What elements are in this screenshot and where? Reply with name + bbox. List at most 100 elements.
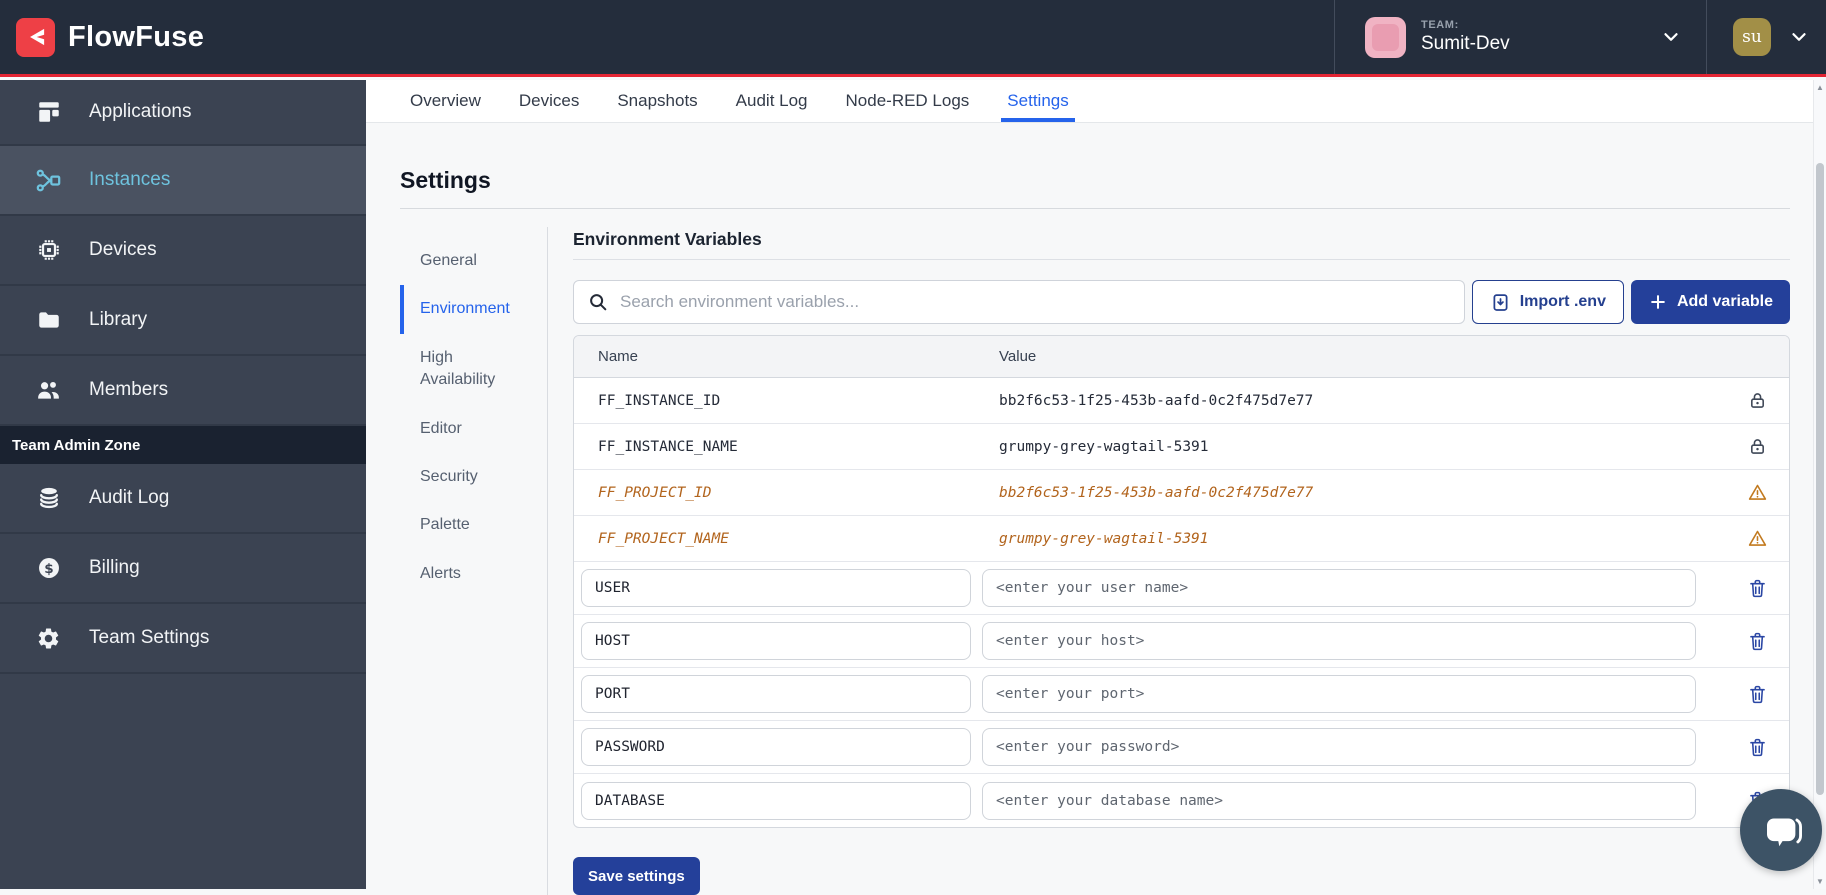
settings-nav-editor[interactable]: Editor <box>400 405 547 453</box>
scrollbar-down-arrow[interactable]: ▼ <box>1814 877 1826 886</box>
user-avatar: su <box>1733 18 1771 56</box>
gear-icon <box>35 625 62 652</box>
user-menu[interactable]: su <box>1706 0 1826 74</box>
members-icon <box>35 377 62 404</box>
tab-devices[interactable]: Devices <box>519 80 579 122</box>
top-header: FlowFuse TEAM: Sumit-Dev su <box>0 0 1826 77</box>
variable-name-input[interactable] <box>581 569 971 607</box>
chat-widget-button[interactable] <box>1740 789 1822 871</box>
sidebar-item-label: Instances <box>89 169 170 191</box>
lock-icon <box>1725 436 1789 457</box>
variable-value: grumpy-grey-wagtail-5391 <box>999 531 1725 547</box>
table-row: FF_PROJECT_ID bb2f6c53-1f25-453b-aafd-0c… <box>574 470 1789 516</box>
instance-tabs: Overview Devices Snapshots Audit Log Nod… <box>366 80 1826 123</box>
table-row <box>574 721 1789 774</box>
brand-name: FlowFuse <box>68 21 204 54</box>
settings-nav-general[interactable]: General <box>400 237 547 285</box>
sidebar-item-library[interactable]: Library <box>0 286 366 356</box>
library-icon <box>35 307 62 334</box>
sidebar-item-label: Applications <box>89 101 191 123</box>
trash-icon[interactable] <box>1725 684 1789 705</box>
sidebar: Applications Instances Devices Library M… <box>0 80 366 889</box>
variable-name-input[interactable] <box>581 622 971 660</box>
add-variable-label: Add variable <box>1677 293 1773 311</box>
table-row: FF_PROJECT_NAME grumpy-grey-wagtail-5391 <box>574 516 1789 562</box>
variable-name: FF_PROJECT_NAME <box>574 531 999 547</box>
settings-nav: General Environment High Availability Ed… <box>400 227 548 895</box>
section-title: Environment Variables <box>573 229 1790 250</box>
svg-text:$: $ <box>44 561 53 577</box>
sidebar-item-instances[interactable]: Instances <box>0 146 366 216</box>
settings-nav-palette[interactable]: Palette <box>400 501 547 549</box>
warning-icon <box>1725 528 1789 549</box>
settings-nav-alerts[interactable]: Alerts <box>400 550 547 598</box>
env-variables-table: Name Value FF_INSTANCE_ID bb2f6c53-1f25-… <box>573 335 1790 828</box>
import-env-label: Import .env <box>1520 293 1606 311</box>
search-input[interactable] <box>620 292 1452 312</box>
tab-node-red-logs[interactable]: Node-RED Logs <box>846 80 970 122</box>
import-env-button[interactable]: Import .env <box>1472 280 1624 324</box>
variable-name: FF_INSTANCE_ID <box>574 393 999 409</box>
sidebar-item-label: Devices <box>89 239 157 261</box>
flowfuse-logo-icon <box>16 18 55 57</box>
table-header: Name Value <box>574 336 1789 378</box>
variable-value-input[interactable] <box>982 622 1696 660</box>
sidebar-item-billing[interactable]: $ Billing <box>0 534 366 604</box>
table-row: FF_INSTANCE_ID bb2f6c53-1f25-453b-aafd-0… <box>574 378 1789 424</box>
variable-name: FF_INSTANCE_NAME <box>574 439 999 455</box>
team-admin-zone-label: Team Admin Zone <box>0 426 366 464</box>
variable-name-input[interactable] <box>581 728 971 766</box>
tab-settings[interactable]: Settings <box>1007 80 1068 122</box>
variable-value-input[interactable] <box>982 782 1696 820</box>
variable-value-input[interactable] <box>982 675 1696 713</box>
team-label: TEAM: <box>1421 19 1510 32</box>
settings-nav-security[interactable]: Security <box>400 453 547 501</box>
devices-icon <box>35 237 62 264</box>
import-file-icon <box>1490 292 1511 313</box>
chevron-down-icon <box>1660 26 1682 48</box>
team-avatar <box>1365 17 1406 58</box>
tab-snapshots[interactable]: Snapshots <box>617 80 697 122</box>
chevron-down-icon <box>1788 26 1810 48</box>
sidebar-item-audit-log[interactable]: Audit Log <box>0 464 366 534</box>
search-icon <box>587 291 609 313</box>
add-variable-button[interactable]: Add variable <box>1631 280 1790 324</box>
team-selector[interactable]: TEAM: Sumit-Dev <box>1334 0 1706 74</box>
save-settings-button[interactable]: Save settings <box>573 857 700 895</box>
plus-icon <box>1648 292 1668 312</box>
divider <box>400 208 1790 209</box>
applications-icon <box>35 99 62 126</box>
lock-icon <box>1725 390 1789 411</box>
trash-icon[interactable] <box>1725 631 1789 652</box>
sidebar-item-applications[interactable]: Applications <box>0 80 366 146</box>
column-header-name: Name <box>574 348 999 365</box>
warning-icon <box>1725 482 1789 503</box>
chat-bubble-icon <box>1758 807 1804 853</box>
instances-icon <box>35 167 62 194</box>
trash-icon[interactable] <box>1725 737 1789 758</box>
main-content: Overview Devices Snapshots Audit Log Nod… <box>366 80 1826 889</box>
sidebar-item-label: Members <box>89 379 168 401</box>
scrollbar[interactable]: ▲ ▼ <box>1813 80 1826 889</box>
sidebar-item-team-settings[interactable]: Team Settings <box>0 604 366 674</box>
sidebar-item-label: Billing <box>89 557 140 579</box>
variable-name-input[interactable] <box>581 675 971 713</box>
variable-value-input[interactable] <box>982 728 1696 766</box>
scrollbar-thumb[interactable] <box>1816 163 1824 795</box>
tab-audit-log[interactable]: Audit Log <box>736 80 808 122</box>
sidebar-item-devices[interactable]: Devices <box>0 216 366 286</box>
variable-value-input[interactable] <box>982 569 1696 607</box>
settings-nav-environment[interactable]: Environment <box>400 285 547 333</box>
billing-icon: $ <box>35 555 62 582</box>
search-box <box>573 280 1465 324</box>
sidebar-item-members[interactable]: Members <box>0 356 366 426</box>
variable-value: bb2f6c53-1f25-453b-aafd-0c2f475d7e77 <box>999 485 1725 501</box>
settings-nav-high-availability[interactable]: High Availability <box>400 334 547 405</box>
scrollbar-up-arrow[interactable]: ▲ <box>1814 83 1826 92</box>
trash-icon[interactable] <box>1725 578 1789 599</box>
tab-overview[interactable]: Overview <box>410 80 481 122</box>
table-row: FF_INSTANCE_NAME grumpy-grey-wagtail-539… <box>574 424 1789 470</box>
variable-name-input[interactable] <box>581 782 971 820</box>
table-row <box>574 615 1789 668</box>
brand[interactable]: FlowFuse <box>0 18 204 57</box>
